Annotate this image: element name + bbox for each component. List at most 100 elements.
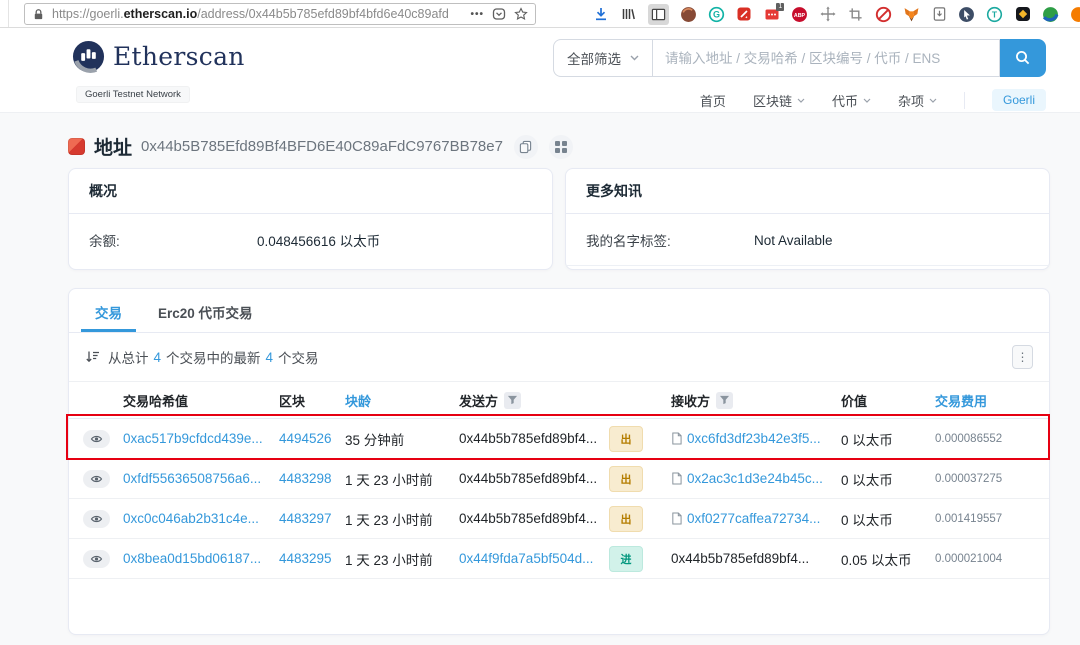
save-page-icon[interactable] <box>931 6 948 23</box>
to-filter-icon[interactable] <box>716 392 733 409</box>
tab-transactions[interactable]: 交易 <box>81 289 136 332</box>
address-header: 地址 0x44b5B785Efd89Bf4BFD6E40C89aFdC9767B… <box>68 133 573 160</box>
nav-home[interactable]: 首页 <box>700 91 726 110</box>
metamask-icon[interactable] <box>903 6 920 23</box>
summary-text-3: 个交易 <box>278 347 319 367</box>
col-value: 价值 <box>841 391 935 410</box>
more-info-title: 更多知讯 <box>566 169 1049 214</box>
col-block: 区块 <box>279 391 345 410</box>
from-address-link[interactable]: 0x44f9fda7a5bf504d... <box>459 551 609 566</box>
download-icon[interactable] <box>592 6 609 23</box>
firefox-account-icon[interactable] <box>680 6 697 23</box>
nav-blockchain[interactable]: 区块链 <box>753 91 805 110</box>
noscript-icon[interactable] <box>875 6 892 23</box>
col-fee[interactable]: 交易费用 <box>935 391 1035 410</box>
balance-value: 0.048456616 以太币 <box>257 230 380 250</box>
txn-fee: 0.000037275 <box>935 473 1035 485</box>
txn-value: 0 以太币 <box>841 469 935 489</box>
url-host: etherscan.io <box>124 7 198 21</box>
sort-icon[interactable] <box>85 350 100 364</box>
txn-hash-link[interactable]: 0x8bea0d15bd06187... <box>123 551 279 566</box>
search-icon <box>1015 50 1031 66</box>
contract-icon <box>671 472 682 485</box>
tab-erc20[interactable]: Erc20 代币交易 <box>144 289 267 332</box>
txn-value: 0 以太币 <box>841 429 935 449</box>
screenshot-tool-icon[interactable] <box>735 6 752 23</box>
to-address-cell: 0x2ac3c1d3e24b45c... <box>671 471 841 486</box>
txn-hash-link[interactable]: 0xfdf55636508756a6... <box>123 471 279 486</box>
idm-icon[interactable] <box>1042 6 1059 23</box>
move-tool-icon[interactable] <box>819 6 836 23</box>
nav-misc[interactable]: 杂项 <box>898 91 937 110</box>
col-hash: 交易哈希值 <box>123 391 279 410</box>
col-from: 发送方 <box>459 391 609 410</box>
block-link[interactable]: 4494526 <box>279 431 345 446</box>
address-label: 地址 <box>94 133 132 160</box>
network-switcher[interactable]: Goerli <box>992 89 1046 111</box>
cursor-tool-icon[interactable] <box>958 6 975 23</box>
block-link[interactable]: 4483298 <box>279 471 345 486</box>
direction-badge-out: 出 <box>609 506 643 532</box>
txn-hash-link[interactable]: 0xac517b9cfdcd439e... <box>123 431 279 446</box>
txn-age: 1 天 23 小时前 <box>345 549 459 569</box>
name-tag-value: Not Available <box>754 233 833 248</box>
url-text[interactable]: https://goerli.etherscan.io/address/0x44… <box>52 7 463 21</box>
nav-divider <box>964 92 965 109</box>
from-address: 0x44b5b785efd89bf4... <box>459 471 609 486</box>
transactions-card: 交易 Erc20 代币交易 从总计 4 个交易中的最新 4 个交易 ⋮ 交易哈希… <box>68 288 1050 635</box>
pocket-icon[interactable] <box>492 7 506 21</box>
transaction-row: 0xfdf55636508756a6... 4483298 1 天 23 小时前… <box>69 459 1049 499</box>
search-button[interactable] <box>1000 39 1046 77</box>
adblock-icon[interactable]: ABP <box>791 6 808 23</box>
from-filter-icon[interactable] <box>504 392 521 409</box>
copy-address-button[interactable] <box>514 135 538 159</box>
reader-sidebar-icon[interactable] <box>648 4 669 25</box>
etherscan-logo[interactable]: Etherscan <box>72 40 245 73</box>
library-icon[interactable] <box>620 6 637 23</box>
summary-text-2: 个交易中的最新 <box>166 347 261 367</box>
block-link[interactable]: 4483297 <box>279 511 345 526</box>
eye-icon[interactable] <box>83 550 110 568</box>
notes-icon[interactable]: 1 <box>763 6 780 23</box>
notes-badge: 1 <box>776 3 784 11</box>
col-age[interactable]: 块龄 <box>345 391 459 410</box>
network-badge: Goerli Testnet Network <box>76 86 190 103</box>
eye-icon[interactable] <box>83 470 110 488</box>
to-address-link[interactable]: 0xf0277caffea72734... <box>687 511 820 526</box>
search-filter-dropdown[interactable]: 全部筛选 <box>553 39 652 77</box>
extensions-row: G 1 ABP <box>592 0 1080 28</box>
page-actions-icon[interactable]: ••• <box>470 9 484 20</box>
eye-icon[interactable] <box>83 430 110 448</box>
tronlink-icon[interactable]: T <box>986 6 1003 23</box>
nav-tokens[interactable]: 代币 <box>832 91 871 110</box>
transaction-row: 0xac517b9cfdcd439e... 4494526 35 分钟前 0x4… <box>69 419 1049 459</box>
kebab-menu-button[interactable]: ⋮ <box>1012 345 1033 369</box>
direction-badge-in: 进 <box>609 546 643 572</box>
block-link[interactable]: 4483295 <box>279 551 345 566</box>
clipped-extension-icon[interactable] <box>1070 6 1080 23</box>
token-wallet-icon[interactable] <box>1014 6 1031 23</box>
crop-icon[interactable] <box>847 6 864 23</box>
txn-hash-link[interactable]: 0xc0c046ab2b31c4e... <box>123 511 279 526</box>
from-address: 0x44b5b785efd89bf4... <box>459 431 609 446</box>
to-address-link[interactable]: 0xc6fd3df23b42e3f5... <box>687 431 821 446</box>
summary-text: 从总计 <box>108 347 149 367</box>
to-address: 0x44b5b785efd89bf4... <box>671 551 809 566</box>
txn-fee: 0.000086552 <box>935 433 1035 445</box>
eye-icon[interactable] <box>83 510 110 528</box>
table-header: 交易哈希值 区块 块龄 发送方 接收方 价值 交易费用 <box>69 381 1049 419</box>
search-input[interactable] <box>652 39 1000 77</box>
url-bar[interactable]: https://goerli.etherscan.io/address/0x44… <box>24 3 536 25</box>
bookmark-star-icon[interactable] <box>514 7 528 21</box>
translate-icon[interactable]: G <box>708 6 725 23</box>
site-header: Etherscan Goerli Testnet Network 全部筛选 首页… <box>0 28 1080 113</box>
summary-count-total[interactable]: 4 <box>154 350 162 365</box>
transaction-row: 0x8bea0d15bd06187... 4483295 1 天 23 小时前 … <box>69 539 1049 579</box>
apps-grid-icon[interactable] <box>549 135 573 159</box>
browser-toolbar: https://goerli.etherscan.io/address/0x44… <box>0 0 1080 28</box>
summary-count-latest[interactable]: 4 <box>266 350 274 365</box>
to-address-link[interactable]: 0x2ac3c1d3e24b45c... <box>687 471 823 486</box>
lock-icon <box>32 8 45 21</box>
etherscan-logo-icon <box>72 40 105 73</box>
search-filter-label: 全部筛选 <box>567 48 621 68</box>
